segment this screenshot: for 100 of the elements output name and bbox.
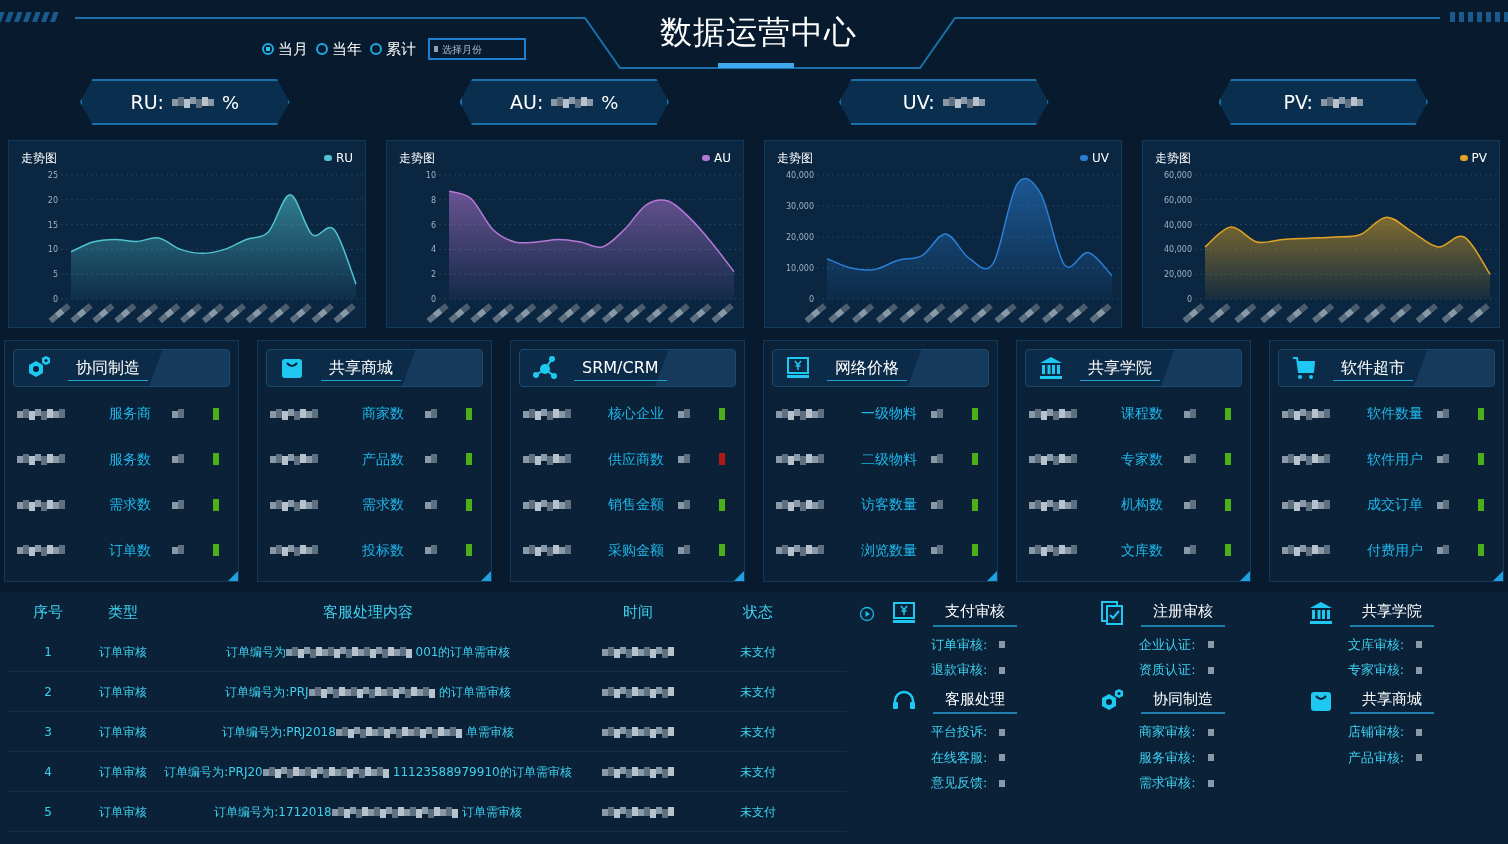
- metric-label: 产品数: [360, 449, 405, 469]
- period-radio[interactable]: 累计: [370, 38, 416, 61]
- table-cell-text: 未支付: [739, 683, 777, 701]
- redacted-value: [1029, 543, 1077, 558]
- chart-title: 走势图: [777, 150, 813, 167]
- metric-label: 订单数: [107, 540, 152, 560]
- redacted-value: [523, 543, 571, 558]
- y-tick-label: 60,000: [1164, 195, 1192, 205]
- legend-marker-icon: [1459, 155, 1468, 161]
- legend-marker-icon: [1080, 155, 1088, 161]
- redacted-value: [172, 497, 184, 512]
- kpi-label: AU:: [510, 89, 544, 115]
- redacted-value: [270, 406, 318, 421]
- y-tick-label: 5: [52, 270, 58, 280]
- metric-label: 投标数: [360, 540, 405, 560]
- redacted-value: [1029, 406, 1077, 421]
- bank-icon: [1038, 355, 1064, 381]
- review-group-title: 协同制造: [1141, 687, 1226, 714]
- review-group-title: 支付审核: [933, 600, 1017, 627]
- play-icon[interactable]: [859, 606, 875, 622]
- table-cell-text: 订单审核: [98, 643, 148, 661]
- column-header: 时间: [622, 601, 654, 623]
- redacted-value: [776, 497, 824, 512]
- redacted-value: [931, 406, 943, 421]
- y-tick-label: 0: [808, 295, 814, 304]
- y-tick-label: 15: [47, 220, 58, 230]
- redacted-value: [1437, 406, 1449, 421]
- review-item-label: 店铺审核:: [1347, 723, 1405, 741]
- column-header: 类型: [107, 601, 139, 623]
- column-header: 状态: [742, 601, 774, 623]
- table-cell-text: 未支付: [739, 803, 777, 821]
- review-group-title: 客服处理: [933, 687, 1017, 714]
- table-cell-text: 未支付: [739, 723, 777, 741]
- y-tick-label: 8: [430, 195, 436, 205]
- chart-legend: PV: [1459, 149, 1487, 167]
- redacted-value: [602, 764, 674, 779]
- redacted-value: [17, 406, 65, 421]
- redacted-value: [425, 406, 437, 421]
- chart-title: 走势图: [399, 150, 435, 167]
- metric-label: 访客数量: [859, 495, 918, 515]
- review-item-label: 专家审核:: [1347, 661, 1405, 679]
- redacted-value: [551, 95, 594, 109]
- redacted-value: [17, 543, 65, 558]
- table-cell-text: 未支付: [739, 763, 777, 781]
- table-cell-text: 订单需审核: [461, 803, 522, 821]
- redacted-value: [270, 497, 318, 512]
- y-tick-label: 30,000: [786, 202, 814, 211]
- redacted-value: [17, 497, 65, 512]
- table-cell-text: 订单审核: [98, 683, 148, 701]
- review-item-label: 服务审核:: [1139, 748, 1196, 767]
- redacted-value: [602, 644, 674, 659]
- period-radio[interactable]: 当年: [316, 38, 362, 61]
- metric-label: 机构数: [1119, 495, 1164, 515]
- redacted-value: [171, 95, 214, 109]
- table-cell-text: 1: [43, 643, 53, 661]
- yen-monitor-icon: [785, 355, 811, 381]
- redacted-value: [270, 543, 318, 558]
- redacted-value: [602, 724, 674, 739]
- card-title: 协同制造: [68, 355, 148, 381]
- redacted-value: [1282, 452, 1330, 467]
- redacted-value: [1029, 452, 1077, 467]
- month-picker[interactable]: 选择月份: [428, 38, 526, 61]
- metric-label: 商家数: [360, 404, 405, 424]
- y-tick-label: 4: [430, 245, 436, 255]
- kpi-label: PV:: [1283, 89, 1313, 115]
- legend-marker-icon: [702, 155, 710, 161]
- month-picker-field[interactable]: 选择月份: [442, 41, 520, 57]
- table-cell-text: 订单审核: [98, 723, 148, 741]
- y-tick-label: 0: [430, 295, 436, 304]
- redacted-value: [1437, 497, 1449, 512]
- table-cell-text: 订单审核: [98, 763, 148, 781]
- y-tick-label: 25: [47, 171, 58, 180]
- table-cell-text: 订单编号为:PRJ: [225, 683, 309, 701]
- metric-label: 专家数: [1119, 449, 1164, 469]
- document-check-icon: [1099, 600, 1126, 627]
- y-tick-label: 10: [425, 171, 436, 180]
- metric-label: 成交订单: [1365, 495, 1424, 515]
- column-header: 序号: [32, 601, 64, 623]
- card-title: SRM/CRM: [574, 355, 667, 381]
- network-icon: [532, 355, 558, 381]
- redacted-value: [776, 406, 824, 421]
- chart-legend: UV: [1080, 149, 1109, 167]
- table-cell-text: 的订单需审核: [438, 683, 511, 701]
- card-title: 共享学院: [1080, 355, 1160, 381]
- kpi-label: UV:: [902, 89, 935, 115]
- metric-label: 二级物料: [859, 449, 918, 469]
- metric-label: 软件用户: [1365, 449, 1424, 469]
- y-tick-label: 6: [430, 220, 436, 230]
- table-cell-text: 2: [43, 683, 53, 701]
- cart-icon: [1291, 355, 1317, 381]
- card-title: 软件超市: [1333, 355, 1413, 381]
- metric-label: 供应商数: [606, 449, 665, 469]
- period-radio[interactable]: 当月: [262, 38, 308, 61]
- redacted-value: [1184, 497, 1196, 512]
- redacted-value: [931, 497, 943, 512]
- card-title: 网络价格: [827, 355, 907, 381]
- review-item-label: 订单审核:: [931, 635, 988, 654]
- review-group-title: 共享学院: [1349, 600, 1434, 627]
- metric-label: 一级物料: [859, 404, 918, 424]
- metric-label: 销售金额: [606, 495, 665, 515]
